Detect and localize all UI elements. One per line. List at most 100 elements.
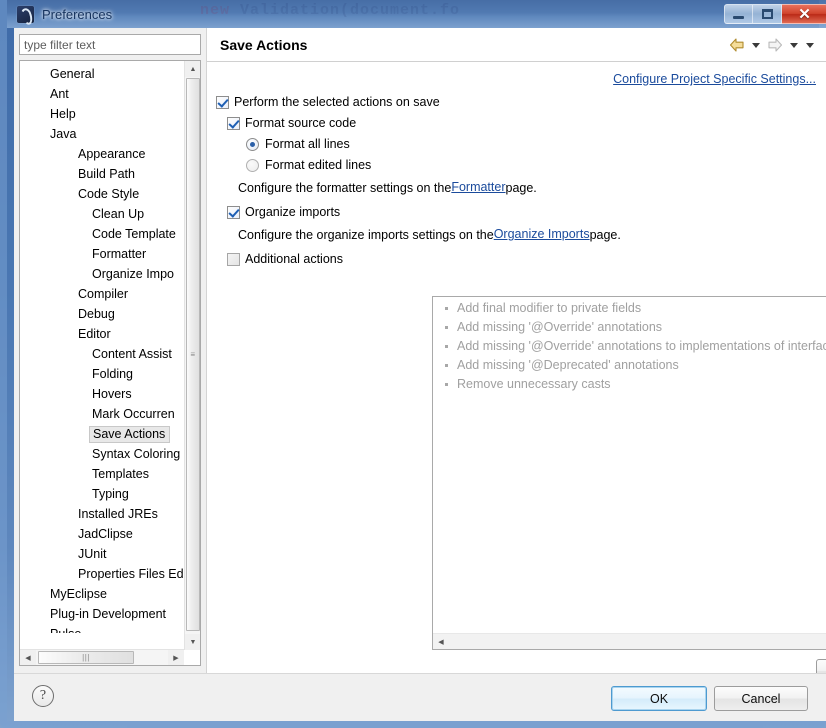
additional-actions-row[interactable]: Additional actions bbox=[227, 251, 826, 272]
sidebar-item-jadclipse[interactable]: JadClipse bbox=[20, 524, 184, 544]
sidebar-item-appearance[interactable]: Appearance bbox=[20, 144, 184, 164]
tree-scroll-right-button[interactable]: ▶ bbox=[168, 650, 184, 665]
sidebar-item-java[interactable]: Java bbox=[20, 124, 184, 144]
maximize-button[interactable] bbox=[753, 4, 782, 24]
sidebar-item-code-style[interactable]: Code Style bbox=[20, 184, 184, 204]
tree-horizontal-scrollbar[interactable]: ◀ ||| ▶ bbox=[20, 649, 184, 665]
format-edited-lines-radio[interactable] bbox=[246, 159, 259, 172]
additional-actions-checkbox[interactable] bbox=[227, 253, 240, 266]
sidebar-item-pulse[interactable]: Pulse bbox=[20, 624, 184, 633]
page-menu-button[interactable] bbox=[803, 36, 817, 54]
tree-scroll-up-button[interactable]: ▲ bbox=[185, 61, 200, 77]
perform-on-save-row[interactable]: Perform the selected actions on save bbox=[216, 94, 826, 115]
sidebar-item-syntax-coloring[interactable]: Syntax Coloring bbox=[20, 444, 184, 464]
scroll-grip-icon: ≡ bbox=[190, 349, 196, 359]
tree-item-label: Hovers bbox=[92, 387, 132, 401]
list-item[interactable]: Remove unnecessary casts bbox=[445, 375, 826, 394]
back-dropdown-button[interactable] bbox=[749, 36, 763, 54]
tree-scroll-down-button[interactable]: ▼ bbox=[185, 634, 200, 650]
format-source-checkbox[interactable] bbox=[227, 117, 240, 130]
sidebar-item-organize-impo[interactable]: Organize Impo bbox=[20, 264, 184, 284]
tree-scroll-left-button[interactable]: ◀ bbox=[20, 650, 36, 665]
sidebar-item-code-template[interactable]: Code Template bbox=[20, 224, 184, 244]
sidebar-item-hovers[interactable]: Hovers bbox=[20, 384, 184, 404]
sidebar-item-typing[interactable]: Typing bbox=[20, 484, 184, 504]
sidebar-item-folding[interactable]: Folding bbox=[20, 364, 184, 384]
close-button[interactable]: ✕ bbox=[782, 4, 826, 24]
close-icon: ✕ bbox=[798, 5, 811, 23]
sidebar-item-content-assist[interactable]: Content Assist bbox=[20, 344, 184, 364]
chevron-down-icon bbox=[752, 42, 760, 48]
bullet-icon bbox=[445, 345, 448, 348]
list-scroll-left-button[interactable]: ◀ bbox=[433, 634, 449, 649]
maximize-icon bbox=[761, 9, 773, 19]
sidebar-item-save-actions[interactable]: Save Actions bbox=[20, 424, 184, 444]
format-all-lines-label: Format all lines bbox=[265, 137, 350, 151]
sidebar-item-plug-in-development[interactable]: Plug-in Development bbox=[20, 604, 184, 624]
forward-dropdown-button[interactable] bbox=[787, 36, 801, 54]
sidebar-item-build-path[interactable]: Build Path bbox=[20, 164, 184, 184]
sidebar-item-templates[interactable]: Templates bbox=[20, 464, 184, 484]
format-source-row[interactable]: Format source code bbox=[227, 115, 826, 136]
list-item[interactable]: Add final modifier to private fields bbox=[445, 299, 826, 318]
sidebar-item-myeclipse[interactable]: MyEclipse bbox=[20, 584, 184, 604]
list-horizontal-scrollbar[interactable]: ◀ ▶ bbox=[433, 633, 826, 649]
footer-buttons: OK Cancel bbox=[608, 674, 808, 722]
sidebar-item-debug[interactable]: Debug bbox=[20, 304, 184, 324]
sidebar-item-ant[interactable]: Ant bbox=[20, 84, 184, 104]
format-all-lines-row[interactable]: Format all lines bbox=[246, 136, 826, 157]
sidebar-item-properties-files-ed[interactable]: Properties Files Ed bbox=[20, 564, 184, 584]
organize-hint-suffix: page. bbox=[589, 228, 621, 242]
filter-input[interactable] bbox=[19, 34, 201, 55]
window-controls: ✕ bbox=[724, 4, 826, 24]
help-icon[interactable]: ? bbox=[32, 685, 54, 707]
list-item[interactable]: Add missing '@Override' annotations bbox=[445, 318, 826, 337]
format-all-lines-radio[interactable] bbox=[246, 138, 259, 151]
ok-button[interactable]: OK bbox=[611, 686, 707, 711]
tree-item-label: Content Assist bbox=[92, 347, 172, 361]
minimize-button[interactable] bbox=[724, 4, 753, 24]
organize-imports-row[interactable]: Organize imports bbox=[227, 204, 826, 225]
additional-actions-list[interactable]: Add final modifier to private fields Add … bbox=[432, 296, 826, 650]
sidebar-item-general[interactable]: General bbox=[20, 64, 184, 84]
sidebar-item-editor[interactable]: Editor bbox=[20, 324, 184, 344]
sidebar-item-clean-up[interactable]: Clean Up bbox=[20, 204, 184, 224]
perform-on-save-label: Perform the selected actions on save bbox=[234, 95, 440, 109]
tree-scroll-thumb[interactable]: ≡ bbox=[186, 78, 200, 631]
tree-item-label: Mark Occurren bbox=[92, 407, 175, 421]
configure-project-specific-settings-link[interactable]: Configure Project Specific Settings... bbox=[613, 72, 816, 86]
project-settings-row: Configure Project Specific Settings... bbox=[207, 62, 826, 88]
preferences-window: Preferences ✕ General Ant Help JavaAppearan… bbox=[0, 0, 826, 728]
sidebar-item-mark-occurren[interactable]: Mark Occurren bbox=[20, 404, 184, 424]
back-button[interactable] bbox=[727, 36, 747, 54]
tree-item-label: General bbox=[50, 67, 95, 81]
forward-button[interactable] bbox=[765, 36, 785, 54]
bullet-icon bbox=[445, 307, 448, 310]
tree-vertical-scrollbar[interactable]: ▲ ≡ ▼ bbox=[184, 61, 200, 650]
page-navigation-toolbar bbox=[727, 36, 817, 54]
tree-item-label: Ant bbox=[50, 87, 69, 101]
organize-imports-link[interactable]: Organize Imports bbox=[494, 227, 590, 241]
eclipse-icon bbox=[17, 5, 34, 23]
preferences-sidebar: General Ant Help JavaAppearance Build Path Co… bbox=[19, 34, 201, 666]
list-item-label: Remove unnecessary casts bbox=[457, 377, 611, 391]
formatter-link[interactable]: Formatter bbox=[451, 180, 505, 194]
tree-hscroll-thumb[interactable]: ||| bbox=[38, 651, 134, 664]
tree-item-label: Templates bbox=[92, 467, 149, 481]
list-item[interactable]: Add missing '@Override' annotations to i… bbox=[445, 337, 826, 356]
cancel-button[interactable]: Cancel bbox=[714, 686, 808, 711]
sidebar-item-compiler[interactable]: Compiler bbox=[20, 284, 184, 304]
sidebar-item-junit[interactable]: JUnit bbox=[20, 544, 184, 564]
list-item-label: Add final modifier to private fields bbox=[457, 301, 642, 315]
list-item[interactable]: Add missing '@Deprecated' annotations bbox=[445, 356, 826, 375]
organize-imports-label: Organize imports bbox=[245, 205, 341, 219]
sidebar-item-installed-jres[interactable]: Installed JREs bbox=[20, 504, 184, 524]
list-item-label: Add missing '@Deprecated' annotations bbox=[457, 358, 679, 372]
perform-on-save-checkbox[interactable] bbox=[216, 96, 229, 109]
tree-item-label: Installed JREs bbox=[78, 507, 158, 521]
sidebar-item-formatter[interactable]: Formatter bbox=[20, 244, 184, 264]
sidebar-item-help[interactable]: Help bbox=[20, 104, 184, 124]
organize-imports-checkbox[interactable] bbox=[227, 206, 240, 219]
format-edited-lines-row[interactable]: Format edited lines bbox=[246, 157, 826, 178]
back-arrow-icon bbox=[729, 38, 744, 52]
